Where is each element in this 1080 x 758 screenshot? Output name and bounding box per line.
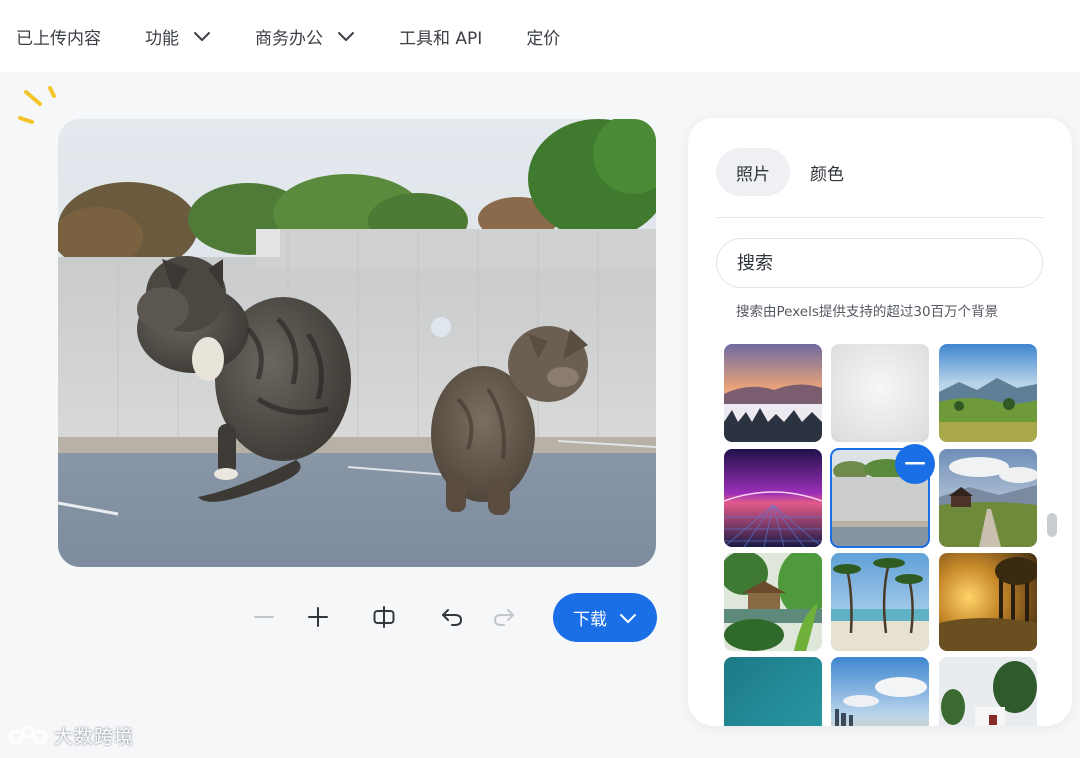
thumbnail-palm-beach[interactable] xyxy=(831,553,929,651)
nav-item-label: 商务办公 xyxy=(255,28,323,49)
undo-icon xyxy=(442,609,463,626)
nav-item-business[interactable]: 商务办公 xyxy=(255,24,355,49)
nav-item-label: 功能 xyxy=(145,28,179,49)
zoom-out-button[interactable] xyxy=(248,601,280,633)
tab-colors[interactable]: 颜色 xyxy=(790,148,864,196)
tab-photos[interactable]: 照片 xyxy=(716,148,790,196)
tab-label: 照片 xyxy=(736,164,770,185)
thumbnail-golden-forest-sunset[interactable] xyxy=(939,553,1037,651)
download-button[interactable]: 下载 xyxy=(553,593,657,642)
chevron-down-icon xyxy=(620,613,636,623)
plus-icon xyxy=(308,607,328,627)
search-input[interactable] xyxy=(716,238,1043,288)
zoom-in-button[interactable] xyxy=(302,601,334,633)
watermark: 大数跨境 xyxy=(8,722,134,749)
scrollbar-thumb[interactable] xyxy=(1047,513,1057,537)
minus-icon xyxy=(254,616,274,618)
remove-background-button[interactable] xyxy=(895,444,935,484)
thumbnail-cabin-path-hills[interactable] xyxy=(939,449,1037,547)
thumbnail-white-wall[interactable] xyxy=(831,344,929,442)
thumbnail-purple-neon-pier[interactable] xyxy=(724,449,822,547)
top-navigation: 已上传内容 功能 商务办公 工具和 API 定价 xyxy=(0,0,1080,72)
thumbnail-tropical-gazebo[interactable] xyxy=(724,553,822,651)
edited-photo xyxy=(58,119,656,567)
background-panel: 照片 颜色 搜索由Pexels提供支持的超过30百万个背景 xyxy=(688,118,1072,726)
nav-item-tools-api[interactable]: 工具和 API xyxy=(399,24,482,49)
panel-tabs: 照片 颜色 xyxy=(716,148,864,196)
nav-item-features[interactable]: 功能 xyxy=(145,24,211,49)
nav-item-label: 已上传内容 xyxy=(16,28,101,49)
compare-button[interactable] xyxy=(368,601,400,633)
tab-label: 颜色 xyxy=(810,164,844,185)
nav-item-uploads[interactable]: 已上传内容 xyxy=(16,24,101,49)
editor-controls xyxy=(248,592,520,642)
photo-canvas xyxy=(58,119,656,567)
watermark-text: 大数跨境 xyxy=(54,726,135,748)
redo-icon xyxy=(493,609,514,626)
undo-button[interactable] xyxy=(436,601,468,633)
nav-item-label: 工具和 API xyxy=(399,28,483,49)
divider xyxy=(716,217,1044,218)
watermark-logo-icon xyxy=(8,725,48,744)
minus-icon xyxy=(905,462,925,465)
redo-button[interactable] xyxy=(488,601,520,633)
thumbnail-sunset-sea-of-clouds[interactable] xyxy=(724,344,822,442)
chevron-down-icon xyxy=(338,32,354,41)
sparkle-icon xyxy=(18,86,56,124)
compare-icon xyxy=(373,606,395,628)
thumbnail-teal-water[interactable] xyxy=(724,657,822,726)
chevron-down-icon xyxy=(194,32,210,41)
nav-item-label: 定价 xyxy=(526,28,561,49)
thumbnail-city-beach-sky[interactable] xyxy=(831,657,929,726)
download-label: 下载 xyxy=(573,610,607,630)
thumbnail-mountain-meadow[interactable] xyxy=(939,344,1037,442)
thumbnail-white-building-trees[interactable] xyxy=(939,657,1037,726)
background-grid xyxy=(724,344,1038,726)
nav-item-pricing[interactable]: 定价 xyxy=(526,24,560,49)
search-caption: 搜索由Pexels提供支持的超过30百万个背景 xyxy=(736,304,999,320)
